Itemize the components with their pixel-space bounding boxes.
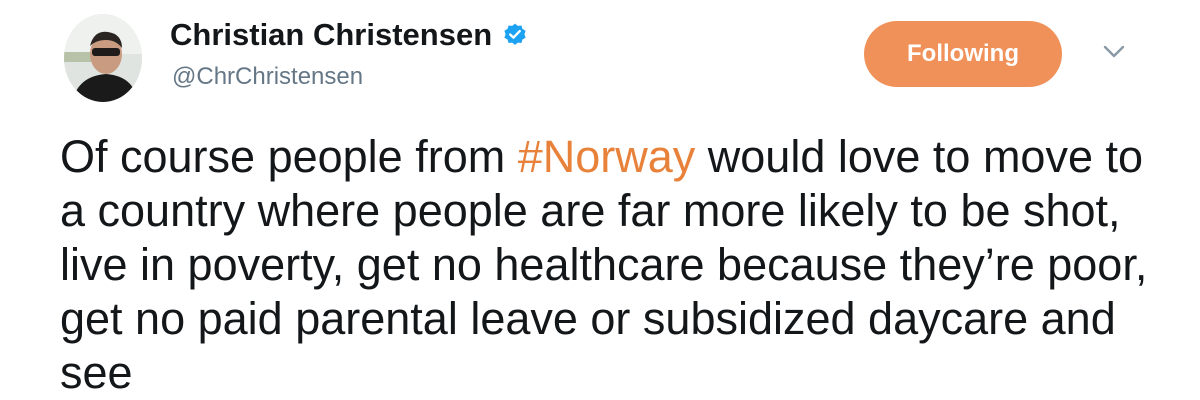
verified-badge-icon: [502, 22, 528, 48]
hashtag-link[interactable]: #Norway: [518, 131, 696, 182]
tweet-text: Of course people from #Norway would love…: [60, 130, 1180, 400]
display-name[interactable]: Christian Christensen: [170, 16, 492, 54]
following-button[interactable]: Following: [864, 21, 1062, 87]
chevron-down-icon[interactable]: [1101, 43, 1127, 61]
user-handle[interactable]: @ChrChristensen: [172, 62, 363, 92]
tweet-text-part-1: Of course people from: [60, 131, 518, 182]
display-name-row: Christian Christensen: [170, 16, 528, 54]
avatar[interactable]: [64, 14, 142, 102]
avatar-photo: [64, 14, 142, 102]
